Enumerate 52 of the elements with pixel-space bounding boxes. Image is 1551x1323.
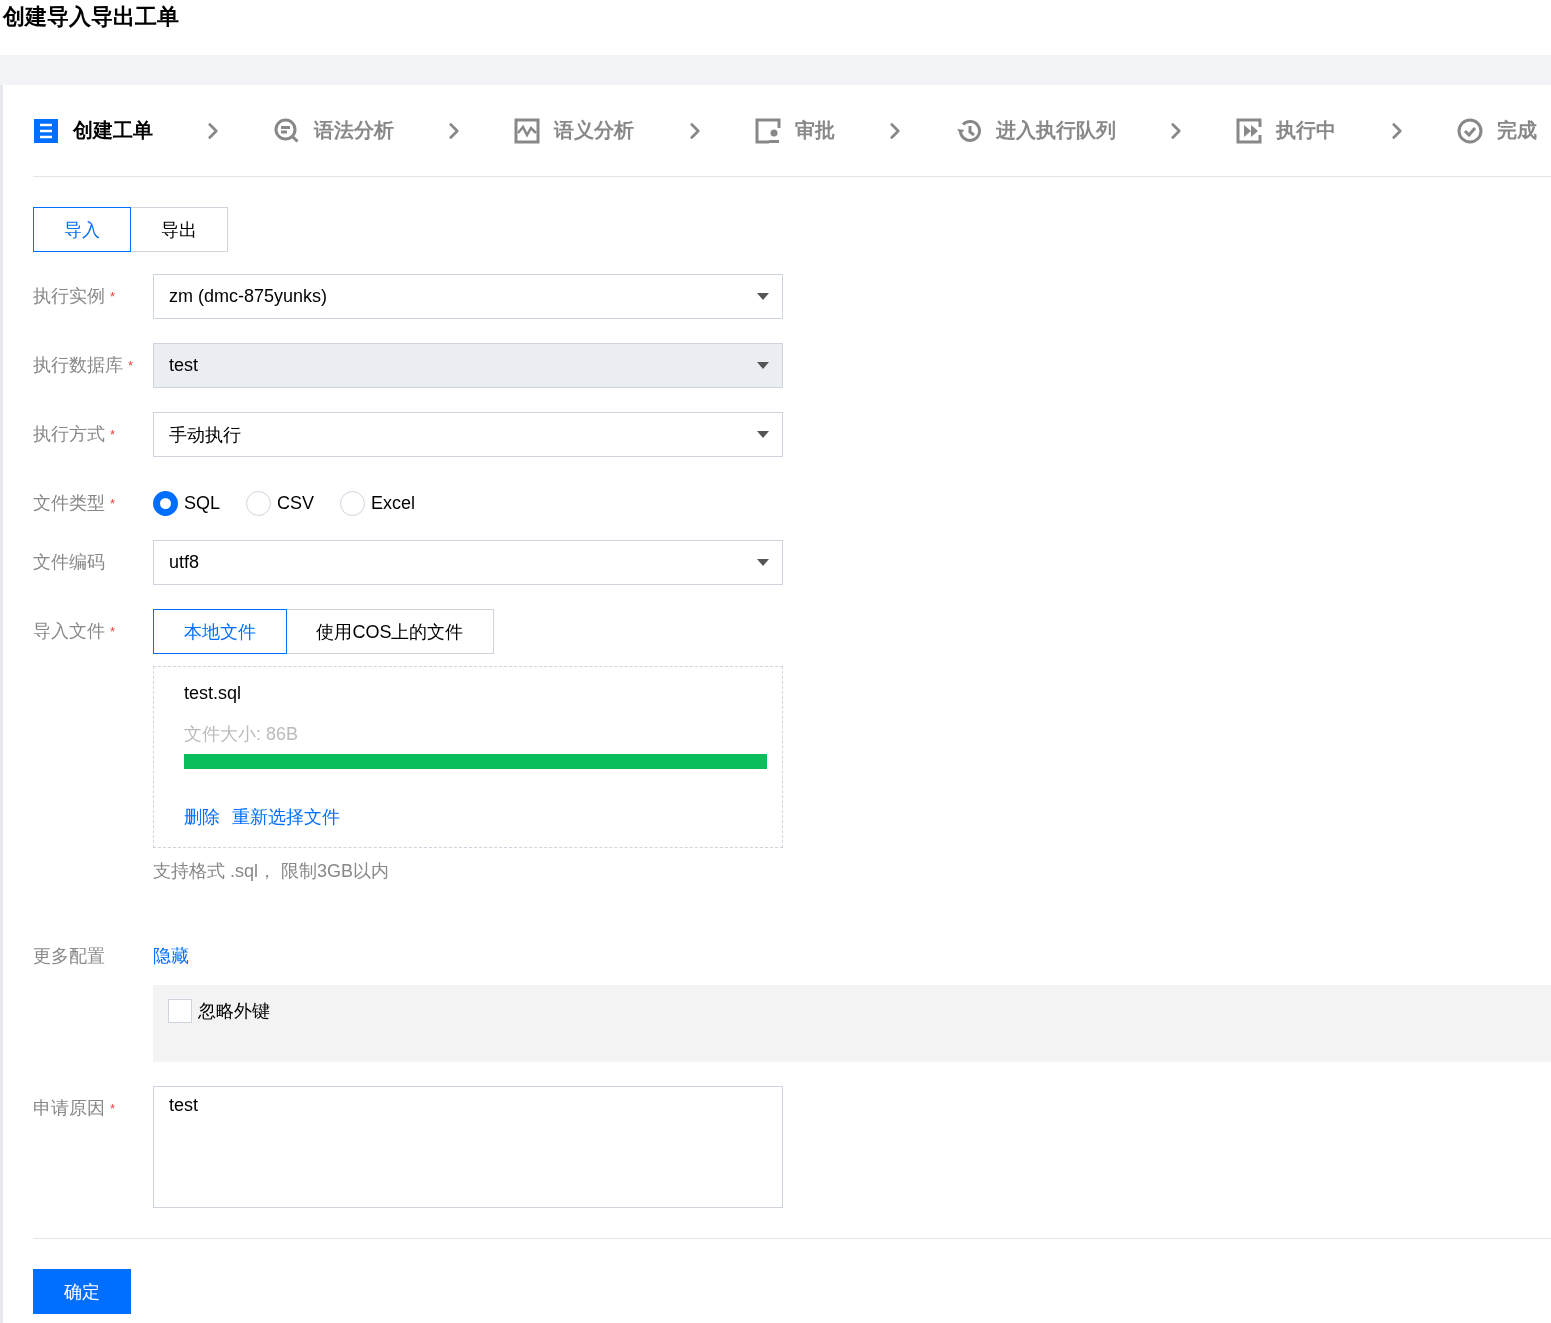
person-frame-icon (754, 117, 781, 144)
step-item: 创建工单 (33, 117, 153, 144)
page-title: 创建导入导出工单 (3, 3, 179, 31)
required-mark: * (128, 358, 134, 373)
source-tab[interactable]: 使用COS上的文件 (286, 609, 494, 654)
mode-tab[interactable]: 导出 (130, 207, 228, 252)
field-label: 文件编码 (33, 551, 106, 574)
step-item: 语法分析 (273, 117, 394, 144)
radio-option[interactable]: Excel (340, 491, 416, 516)
required-mark: * (110, 427, 116, 442)
field-label: 执行实例 * (33, 285, 117, 308)
required-mark: * (110, 496, 116, 511)
select-field[interactable]: utf8 (153, 540, 783, 585)
dropdown-caret-icon (757, 361, 769, 370)
checkbox-option[interactable]: 忽略外键 (168, 999, 1536, 1023)
step-item: 审批 (754, 117, 835, 144)
check-circle-icon (1456, 117, 1483, 144)
field-label: 更多配置 (33, 945, 106, 968)
dropdown-caret-icon (757, 558, 769, 567)
dropdown-caret-icon (757, 292, 769, 301)
field-label: 文件类型 * (33, 492, 117, 515)
required-mark: * (110, 289, 116, 304)
field-label: 申请原因 * (33, 1097, 117, 1120)
search-icon (273, 117, 300, 144)
field-label: 执行数据库 * (33, 354, 135, 377)
mode-tab[interactable]: 导入 (33, 207, 131, 252)
required-mark: * (110, 1101, 116, 1116)
play-frame-icon (1236, 117, 1263, 144)
file-action-link[interactable]: 重新选择文件 (232, 805, 340, 829)
step-item: 执行中 (1236, 117, 1337, 144)
format-hint: 支持格式 .sql， 限制3GB以内 (153, 860, 391, 883)
select-field[interactable]: zm (dmc-875yunks) (153, 274, 783, 319)
radio-option[interactable]: SQL (153, 491, 221, 516)
file-name: test.sql (184, 682, 243, 705)
reason-textarea[interactable]: test (153, 1086, 783, 1208)
chart-icon (514, 117, 541, 144)
file-size: 文件大小: 86B (184, 723, 300, 746)
source-tab[interactable]: 本地文件 (153, 609, 287, 654)
radio-option[interactable]: CSV (246, 491, 315, 516)
confirm-button[interactable]: 确定 (33, 1269, 131, 1314)
select-field[interactable]: 手动执行 (153, 412, 783, 457)
step-item: 进入执行队列 (955, 117, 1116, 144)
step-item: 完成 (1456, 117, 1537, 144)
file-action-link[interactable]: 删除 (184, 805, 220, 829)
dropdown-caret-icon (757, 430, 769, 439)
required-mark: * (110, 624, 116, 639)
history-icon (955, 117, 982, 144)
hide-toggle-link[interactable]: 隐藏 (153, 934, 189, 979)
field-label: 导入文件 * (33, 620, 117, 643)
step-item: 语义分析 (514, 117, 635, 144)
field-label: 执行方式 * (33, 423, 117, 446)
form-icon (33, 117, 59, 144)
